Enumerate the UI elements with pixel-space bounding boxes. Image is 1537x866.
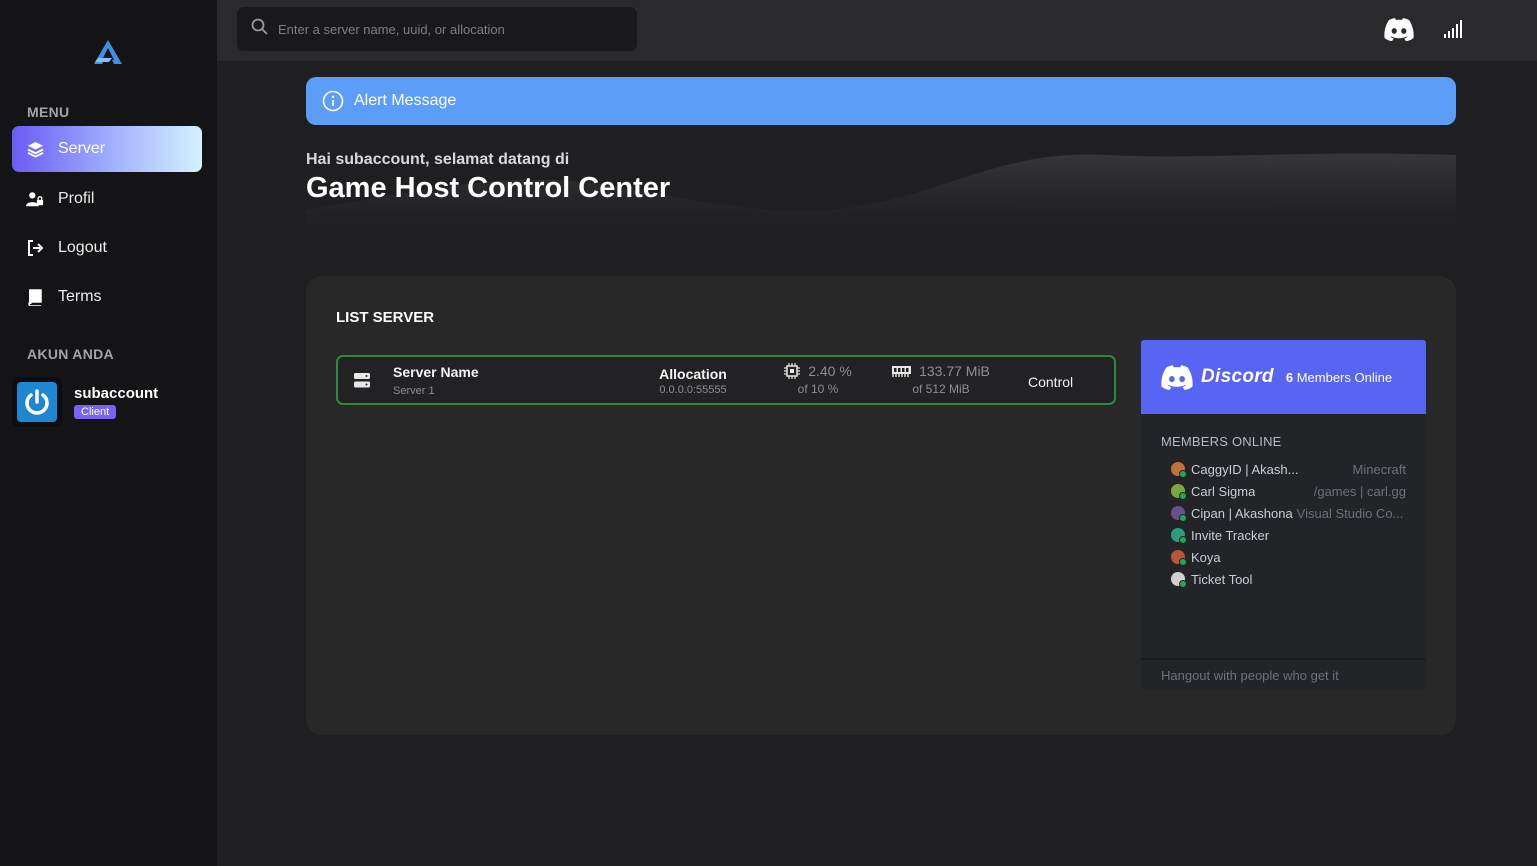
allocation-label: Allocation	[659, 366, 727, 382]
sidebar-item-logout[interactable]: Logout	[12, 225, 202, 271]
signal-icon[interactable]	[1444, 20, 1464, 38]
list-item[interactable]: Koya	[1161, 546, 1406, 568]
sidebar-item-label: Profil	[58, 190, 95, 207]
logout-icon	[26, 239, 44, 257]
memory-limit: of 512 MiB	[912, 382, 970, 396]
alert-banner: Alert Message	[306, 77, 1456, 125]
member-name: Invite Tracker	[1191, 527, 1270, 543]
member-avatar	[1171, 528, 1187, 544]
alert-message: Alert Message	[354, 92, 457, 109]
discord-brand: Discord	[1201, 366, 1274, 387]
discord-widget: Discord 6 Members Online MEMBERS ONLINE …	[1141, 340, 1426, 690]
top-bar	[217, 0, 1537, 61]
member-name: Carl Sigma	[1191, 483, 1256, 499]
list-item[interactable]: Cipan | Akashona Visual Studio Co...	[1161, 502, 1406, 524]
sidebar-item-label: Logout	[58, 239, 107, 256]
search-input[interactable]	[278, 21, 618, 37]
role-badge: Client	[74, 404, 117, 419]
book-icon	[26, 288, 44, 306]
members-list: CaggyID | Akash... Minecraft Carl Sigma …	[1161, 458, 1406, 590]
sidebar-item-server[interactable]: Server	[12, 126, 202, 172]
member-avatar	[1171, 506, 1187, 522]
member-activity: /games | carl.gg	[1313, 483, 1406, 499]
info-icon	[322, 90, 344, 112]
cpu-value: 2.40 %	[808, 363, 852, 379]
menu-heading: MENU	[27, 104, 70, 120]
server-list-panel: LIST SERVER Server Name Server 1 Allocat…	[306, 276, 1456, 735]
brand-logo-icon[interactable]	[92, 38, 124, 66]
server-memory: 133.77 MiB of 512 MiB	[888, 363, 994, 396]
member-name: CaggyID | Akash...	[1191, 461, 1299, 477]
members-heading: MEMBERS ONLINE	[1161, 434, 1282, 449]
server-name: Server 1	[393, 385, 435, 397]
sidebar-item-terms[interactable]: Terms	[12, 274, 202, 320]
discord-icon[interactable]	[1384, 18, 1414, 41]
member-avatar	[1171, 484, 1187, 500]
list-item[interactable]: Invite Tracker	[1161, 524, 1406, 546]
server-icon	[354, 373, 370, 393]
panel-title: LIST SERVER	[336, 309, 435, 326]
hero-greeting: Hai subaccount, selamat datang di	[306, 151, 570, 168]
server-cpu: 2.40 % of 10 %	[778, 363, 858, 396]
server-name-label: Server Name	[393, 364, 479, 380]
discord-logo-icon	[1161, 364, 1193, 390]
sidebar-item-profil[interactable]: Profil	[12, 176, 202, 222]
page-title: Game Host Control Center	[306, 172, 671, 204]
search-box[interactable]	[237, 7, 637, 51]
member-name: Cipan | Akashona	[1191, 505, 1293, 521]
server-allocation: Allocation 0.0.0.0:55555	[638, 366, 748, 396]
member-activity: Visual Studio Co...	[1296, 505, 1404, 521]
member-avatar	[1171, 572, 1187, 588]
member-activity: Minecraft	[1352, 461, 1406, 477]
user-lock-icon	[26, 190, 44, 208]
layers-icon	[26, 140, 44, 158]
member-avatar	[1171, 462, 1187, 478]
memory-icon	[892, 365, 912, 378]
account-heading: AKUN ANDA	[27, 346, 114, 362]
sidebar-item-label: Server	[58, 140, 106, 157]
sidebar: MENU Server Profil Logout Terms AKUN AND…	[0, 0, 217, 866]
power-icon	[25, 389, 49, 415]
memory-value: 133.77 MiB	[919, 363, 990, 379]
account-name: subaccount	[74, 384, 159, 402]
member-name: Koya	[1191, 549, 1221, 565]
members-online-count: 6 Members Online	[1285, 369, 1393, 385]
account-card[interactable]: subaccount Client	[12, 377, 158, 427]
list-item[interactable]: Ticket Tool	[1161, 568, 1406, 590]
list-item[interactable]: Carl Sigma /games | carl.gg	[1161, 480, 1406, 502]
sidebar-item-label: Terms	[58, 288, 102, 305]
list-item[interactable]: CaggyID | Akash... Minecraft	[1161, 458, 1406, 480]
control-button[interactable]: Control	[1028, 374, 1073, 390]
search-icon	[251, 18, 268, 40]
cpu-icon	[784, 363, 801, 379]
member-avatar	[1171, 550, 1187, 566]
avatar	[12, 377, 62, 427]
server-row[interactable]: Server Name Server 1 Allocation 0.0.0.0:…	[336, 355, 1116, 405]
cpu-limit: of 10 %	[797, 382, 839, 396]
discord-footer: Hangout with people who get it	[1141, 658, 1426, 690]
discord-header[interactable]: Discord 6 Members Online	[1141, 340, 1426, 414]
allocation-value: 0.0.0.0:55555	[659, 384, 727, 396]
member-name: Ticket Tool	[1191, 571, 1253, 587]
